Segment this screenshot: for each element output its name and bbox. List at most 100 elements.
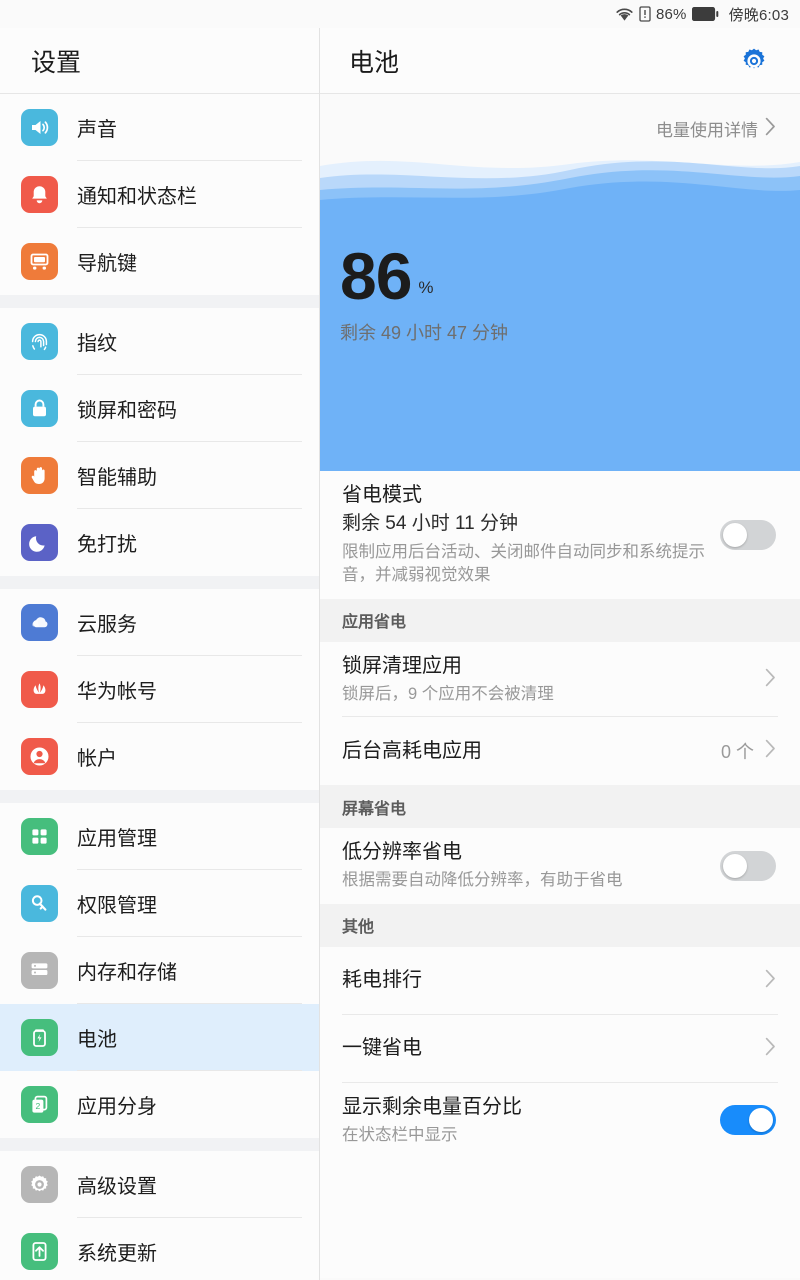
row-title: 显示剩余电量百分比 <box>342 1095 522 1118</box>
sidebar-list[interactable]: 声音通知和状态栏 导航键指纹锁屏和密码智能辅助免打扰云服务华为帐号帐户应用管理权限… <box>0 94 319 1280</box>
sim-card-icon <box>639 6 651 22</box>
sidebar-item-label: 云服务 <box>77 614 137 636</box>
sidebar-item-lock[interactable]: 锁屏和密码 <box>0 375 319 442</box>
settings-screen: 86% 傍晚6:03 设置 声音 通知和状态栏 导航键 指纹 锁屏和密码 智能辅助 免打扰云… <box>0 0 800 1280</box>
sidebar-item-label: 指纹 <box>77 333 117 355</box>
sidebar-item-label: 高级设置 <box>77 1176 157 1198</box>
cloud-icon <box>21 604 58 641</box>
settings-row[interactable]: 显示剩余电量百分比在状态栏中显示 <box>320 1082 800 1159</box>
sidebar-item-person[interactable]: 帐户 <box>0 723 319 790</box>
power-save-toggle[interactable] <box>720 519 776 550</box>
battery-icon <box>21 1019 58 1056</box>
battery-panel: 电池 电量使用详情 86 % 剩余 49 小时 47 分钟 省电模式 剩余 54… <box>320 28 800 1280</box>
power-save-description: 限制应用后台活动、关闭邮件自动同步和系统提示音，并减弱视觉效果 <box>342 542 705 585</box>
settings-sidebar: 设置 声音 通知和状态栏 导航键 指纹 锁屏和密码 智能辅助 免打扰 云服务 华为帐号 帐户 应用管… <box>0 28 320 1280</box>
row-texts: 低分辨率省电 根据需要自动降低分辨率，有助于省电 <box>342 828 708 903</box>
sidebar-item-hand[interactable]: 智能辅助 <box>0 442 319 509</box>
gear-icon[interactable] <box>737 44 771 78</box>
content-filler <box>320 1158 800 1279</box>
chevron-right-icon <box>765 739 776 763</box>
sidebar-item-bell[interactable]: 通知和状态栏 <box>0 161 319 228</box>
row-control <box>765 1037 776 1061</box>
sidebar-group: 指纹锁屏和密码智能辅助免打扰 <box>0 308 319 576</box>
sidebar-item-navigation-key[interactable]: 导航键 <box>0 228 319 295</box>
settings-row[interactable]: 后台高耗电应用 0 个 <box>320 717 800 786</box>
section-header: 应用省电 <box>320 598 800 642</box>
status-bar: 86% 傍晚6:03 <box>0 0 800 28</box>
settings-row[interactable]: 锁屏清理应用 锁屏后，9 个应用不会被清理 <box>320 641 800 718</box>
row-texts: 后台高耗电应用 <box>342 727 709 776</box>
row-subtitle: 锁屏后，9 个应用不会被清理 <box>342 684 554 703</box>
navigation-key-icon <box>21 243 58 280</box>
sidebar-item-label: 系统更新 <box>77 1243 157 1265</box>
sidebar-group-divider <box>0 295 319 308</box>
svg-text:2: 2 <box>36 1101 41 1111</box>
row-subtitle: 在状态栏中显示 <box>342 1125 458 1144</box>
sidebar-item-moon[interactable]: 免打扰 <box>0 509 319 576</box>
row-control <box>765 969 776 993</box>
sidebar-item-label: 应用管理 <box>77 828 157 850</box>
row-texts: 耗电排行 <box>342 956 753 1005</box>
settings-sections: 应用省电 锁屏清理应用 锁屏后，9 个应用不会被清理 后台高耗电应用 0 个屏幕省电 低分… <box>320 598 800 1159</box>
row-value: 0 个 <box>720 742 754 763</box>
fingerprint-icon <box>21 323 58 360</box>
sidebar-item-key[interactable]: 权限管理 <box>0 870 319 937</box>
toggle-knob <box>723 522 747 547</box>
sidebar-item-gear[interactable]: 高级设置 <box>0 1151 319 1218</box>
person-icon <box>21 738 58 775</box>
battery-level-display: 86 % 剩余 49 小时 47 分钟 <box>340 239 509 345</box>
sidebar-item-battery[interactable]: 电池 <box>0 1004 319 1071</box>
section-header: 其他 <box>320 903 800 947</box>
sidebar-item-label: 电池 <box>77 1029 117 1051</box>
battery-percent-value: 86 <box>340 239 412 313</box>
row-control <box>720 1105 776 1136</box>
settings-row[interactable]: 低分辨率省电 根据需要自动降低分辨率，有助于省电 <box>320 828 800 904</box>
sidebar-item-label: 华为帐号 <box>77 681 157 703</box>
chevron-right-icon <box>765 117 776 141</box>
sidebar-item-label: 免打扰 <box>77 534 137 556</box>
row-texts: 锁屏清理应用 锁屏后，9 个应用不会被清理 <box>342 642 753 717</box>
storage-icon <box>21 952 58 989</box>
row-texts: 一键省电 <box>342 1024 753 1073</box>
sidebar-item-label: 应用分身 <box>77 1096 157 1118</box>
sidebar-group: 高级设置系统更新关于平板电脑 <box>0 1151 319 1280</box>
power-save-remaining: 剩余 54 小时 11 分钟 <box>342 513 518 534</box>
chevron-right-icon <box>765 969 776 993</box>
usage-details-label: 电量使用详情 <box>656 121 758 140</box>
sidebar-item-label: 智能辅助 <box>77 467 157 489</box>
sidebar-item-volume[interactable]: 声音 <box>0 94 319 161</box>
wifi-icon <box>615 7 634 22</box>
sidebar-item-system-update[interactable]: 系统更新 <box>0 1218 319 1280</box>
battery-remaining-time: 剩余 49 小时 47 分钟 <box>340 322 509 343</box>
lock-icon <box>21 390 58 427</box>
sidebar-item-fingerprint[interactable]: 指纹 <box>0 308 319 375</box>
row-title: 耗电排行 <box>342 969 422 992</box>
row-toggle[interactable] <box>720 1105 776 1136</box>
sidebar-item-storage[interactable]: 内存和存储 <box>0 937 319 1004</box>
huawei-logo-icon <box>21 671 58 708</box>
settings-row[interactable]: 一键省电 <box>320 1014 800 1083</box>
sidebar-item-huawei-logo[interactable]: 华为帐号 <box>0 656 319 723</box>
row-texts: 显示剩余电量百分比在状态栏中显示 <box>342 1083 708 1158</box>
sidebar-item-app-twin[interactable]: 2 应用分身 <box>0 1071 319 1138</box>
sidebar-item-cloud[interactable]: 云服务 <box>0 589 319 656</box>
sidebar-item-label: 通知和状态栏 <box>77 186 197 208</box>
main-body: 设置 声音 通知和状态栏 导航键 指纹 锁屏和密码 智能辅助 免打扰 云服务 华为帐号 帐户 应用管… <box>0 28 800 1280</box>
sidebar-item-apps-grid[interactable]: 应用管理 <box>0 803 319 870</box>
battery-icon <box>691 7 719 21</box>
row-toggle[interactable] <box>720 850 776 881</box>
power-save-mode-row[interactable]: 省电模式 剩余 54 小时 11 分钟 限制应用后台活动、关闭邮件自动同步和系统… <box>320 471 800 599</box>
settings-row[interactable]: 耗电排行 <box>320 946 800 1015</box>
apps-grid-icon <box>21 818 58 855</box>
sidebar-item-label: 导航键 <box>77 253 137 275</box>
sidebar-item-label: 锁屏和密码 <box>77 400 177 422</box>
panel-content: 电量使用详情 86 % 剩余 49 小时 47 分钟 省电模式 剩余 54 小时… <box>320 94 800 1280</box>
sidebar-group-divider <box>0 1138 319 1151</box>
volume-icon <box>21 109 58 146</box>
usage-details-link[interactable]: 电量使用详情 <box>656 116 776 141</box>
status-battery-percent: 86% <box>655 5 687 23</box>
key-icon <box>21 885 58 922</box>
battery-hero-card: 电量使用详情 86 % 剩余 49 小时 47 分钟 <box>320 94 800 471</box>
row-control: 0 个 <box>721 738 776 764</box>
toggle-knob <box>723 853 747 878</box>
